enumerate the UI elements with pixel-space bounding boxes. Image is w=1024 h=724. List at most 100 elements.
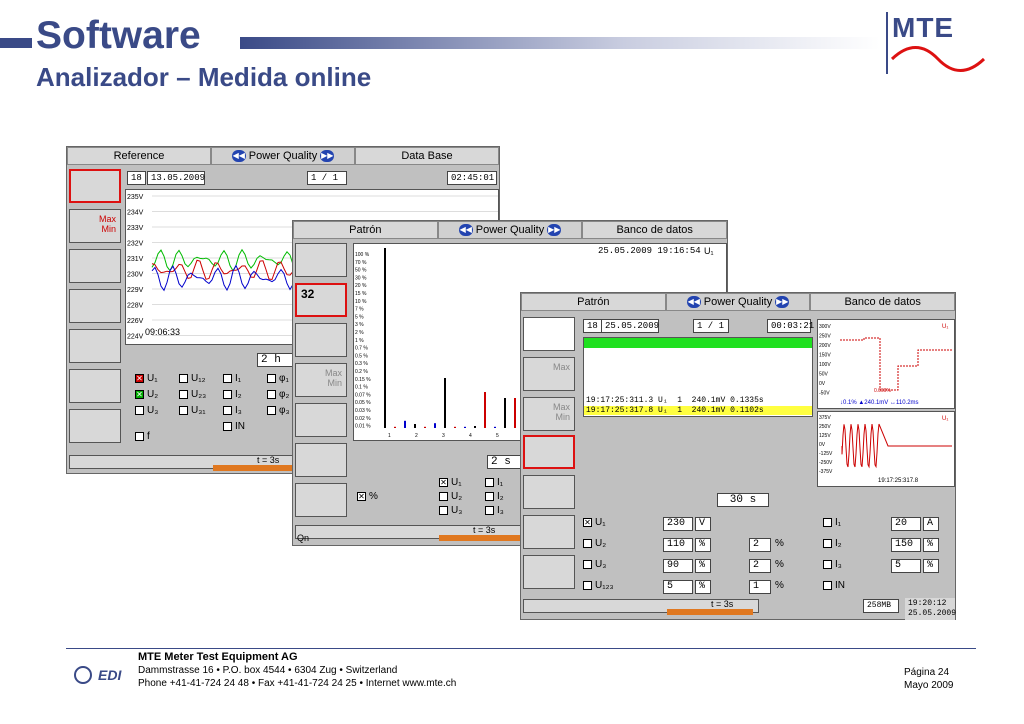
record-button[interactable]	[69, 329, 121, 363]
trigger-param-row[interactable]: ✕ U₁	[583, 517, 606, 528]
nav-value[interactable]: 30 s	[717, 493, 769, 507]
param-value[interactable]: 230	[663, 517, 693, 531]
trigger-iparam-row[interactable]: I₃	[823, 559, 842, 570]
trigger-iparam-row[interactable]: I₂	[823, 538, 842, 549]
checkbox-4[interactable]: U₂₃	[179, 389, 206, 400]
table-row[interactable]: 19:17:25:311.3 U₁ 1 240.1mV 0.1335s	[586, 396, 812, 405]
tab-patron[interactable]: Patrón	[521, 293, 666, 311]
max-min-button[interactable]: Max Min	[523, 397, 575, 431]
tab-banco-de-datos[interactable]: Banco de datos	[582, 221, 728, 239]
cell-time: 19:17:25:317.8	[586, 406, 654, 415]
exit-button[interactable]	[523, 555, 575, 589]
max-min-graph-button[interactable]	[69, 249, 121, 283]
slide-title: Software	[36, 14, 201, 57]
checkbox-1[interactable]: ✕ U₁	[439, 477, 462, 488]
checkbox-3[interactable]: U₁₂	[179, 373, 205, 384]
event-bottom-chart: 375V 250V 125V 0V -125V -250V -375V 19:17:25:31…	[817, 411, 955, 487]
y-tick-label: 233V	[127, 225, 144, 232]
y-tick-label: 50V	[819, 372, 829, 378]
param-value-2[interactable]: 2	[749, 559, 771, 573]
waveform-event-chart: 375V 250V 125V 0V -125V -250V -375V 19:17:25:31…	[819, 415, 952, 484]
tab-power-quality[interactable]: ◀◀ Power Quality ▶▶	[665, 293, 811, 311]
checkbox-9[interactable]: IN	[223, 421, 245, 432]
prev-arrow-icon[interactable]: ◀◀	[231, 150, 246, 162]
tab-reference[interactable]: Reference	[67, 147, 211, 165]
reference-chart-button[interactable]	[69, 169, 121, 203]
checkbox-11[interactable]: φ₂	[267, 389, 289, 400]
checkbox-5[interactable]: U₃₁	[179, 405, 206, 416]
trigger-iparam-row[interactable]: I₁	[823, 517, 841, 528]
x-tick-label: 2	[415, 433, 418, 439]
param-value[interactable]: 150	[891, 538, 921, 552]
tab-banco-de-datos[interactable]: Banco de datos	[810, 293, 956, 311]
exit-button[interactable]	[295, 483, 347, 517]
tab-power-quality[interactable]: ◀◀ Power Quality ▶▶	[211, 147, 355, 165]
y-tick-label: 7 %	[355, 307, 364, 313]
record-button[interactable]	[523, 475, 575, 509]
param-unit-2: %	[775, 559, 784, 570]
prev-arrow-icon[interactable]: ◀◀	[686, 296, 701, 308]
tab-power-quality[interactable]: ◀◀ Power Quality ▶▶	[437, 221, 583, 239]
trigger-param-row[interactable]: U₂	[583, 538, 606, 549]
checkbox-2[interactable]: U₃	[135, 405, 158, 416]
tab-data-base[interactable]: Data Base	[355, 147, 499, 165]
tab-patron[interactable]: Patrón	[293, 221, 438, 239]
checkbox-3[interactable]: U₃	[439, 505, 462, 516]
harmonic-bar	[434, 423, 436, 428]
checkbox-2[interactable]: U₂	[439, 491, 462, 502]
table-view-button[interactable]	[523, 317, 575, 351]
cell-value: 240.1mV	[691, 396, 726, 405]
max-button[interactable]: Max	[523, 357, 575, 391]
max-min-button[interactable]: Max Min	[295, 363, 347, 397]
record-button[interactable]	[295, 403, 347, 437]
checkbox-7[interactable]: I₂	[223, 389, 242, 400]
checkbox-8[interactable]: I₃	[223, 405, 242, 416]
spectrum-button[interactable]	[295, 243, 347, 277]
transfer-button[interactable]	[295, 443, 347, 477]
param-value[interactable]: 110	[663, 538, 693, 552]
nav-value[interactable]: 2 h	[257, 353, 297, 367]
rms-event-chart: 300V 250V 200V 150V 100V 50V 0V -50V ↓0.1% ▲240.…	[819, 324, 952, 406]
meter-icon[interactable]	[69, 289, 121, 323]
checkbox-10[interactable]: φ₁	[267, 373, 289, 384]
checkbox-12[interactable]: φ₃	[267, 405, 290, 416]
max-min-button[interactable]: Max Min	[69, 209, 121, 243]
checkbox-5[interactable]: I₂	[485, 491, 504, 502]
brand-logo: MTE	[892, 12, 955, 43]
checkbox-box	[485, 505, 494, 515]
checkbox-0[interactable]: ✕ U₁	[135, 373, 158, 384]
param-value[interactable]: 5	[891, 559, 921, 573]
waveform-trace	[841, 423, 952, 469]
param-value-2[interactable]: 2	[749, 538, 771, 552]
checkbox-1[interactable]: ✕ U₂	[135, 389, 158, 400]
trigger-param-row[interactable]: U₃	[583, 559, 606, 570]
y-tick-label: 0.05 %	[355, 400, 371, 406]
transfer-button[interactable]	[523, 515, 575, 549]
checkbox-box	[439, 505, 448, 515]
table-row[interactable]: 19:17:25:317.8 U₁ 1 240.1mV 0.1102s	[584, 406, 812, 415]
param-value-2[interactable]: 1	[749, 580, 771, 594]
emc-logo-icon	[74, 666, 92, 684]
checkbox-0[interactable]: ✕%	[357, 491, 378, 502]
checkbox-4[interactable]: I₁	[485, 477, 503, 488]
next-arrow-icon[interactable]: ▶▶	[320, 150, 335, 162]
y-tick-label: -125V	[819, 451, 833, 457]
trigger-iparam-row[interactable]: IN	[823, 580, 845, 591]
trigger-param-row[interactable]: U₁₂₃	[583, 580, 614, 591]
next-arrow-icon[interactable]: ▶▶	[547, 224, 562, 236]
checkbox-6[interactable]: I₁	[223, 373, 241, 384]
event-wave-button[interactable]	[523, 435, 575, 469]
param-value[interactable]: 20	[891, 517, 921, 531]
harmonic-order-button[interactable]: 32	[295, 283, 347, 317]
prev-arrow-icon[interactable]: ◀◀	[458, 224, 473, 236]
checkbox-13[interactable]: f	[135, 431, 150, 442]
next-arrow-icon[interactable]: ▶▶	[775, 296, 790, 308]
transfer-button[interactable]	[69, 369, 121, 403]
param-label: U₂	[595, 538, 607, 549]
checkbox-6[interactable]: I₃	[485, 505, 504, 516]
param-value[interactable]: 5	[663, 580, 693, 594]
param-value[interactable]: 90	[663, 559, 693, 573]
phasor-button[interactable]	[295, 323, 347, 357]
nav-value[interactable]: 2 s	[487, 455, 523, 469]
exit-button[interactable]	[69, 409, 121, 443]
